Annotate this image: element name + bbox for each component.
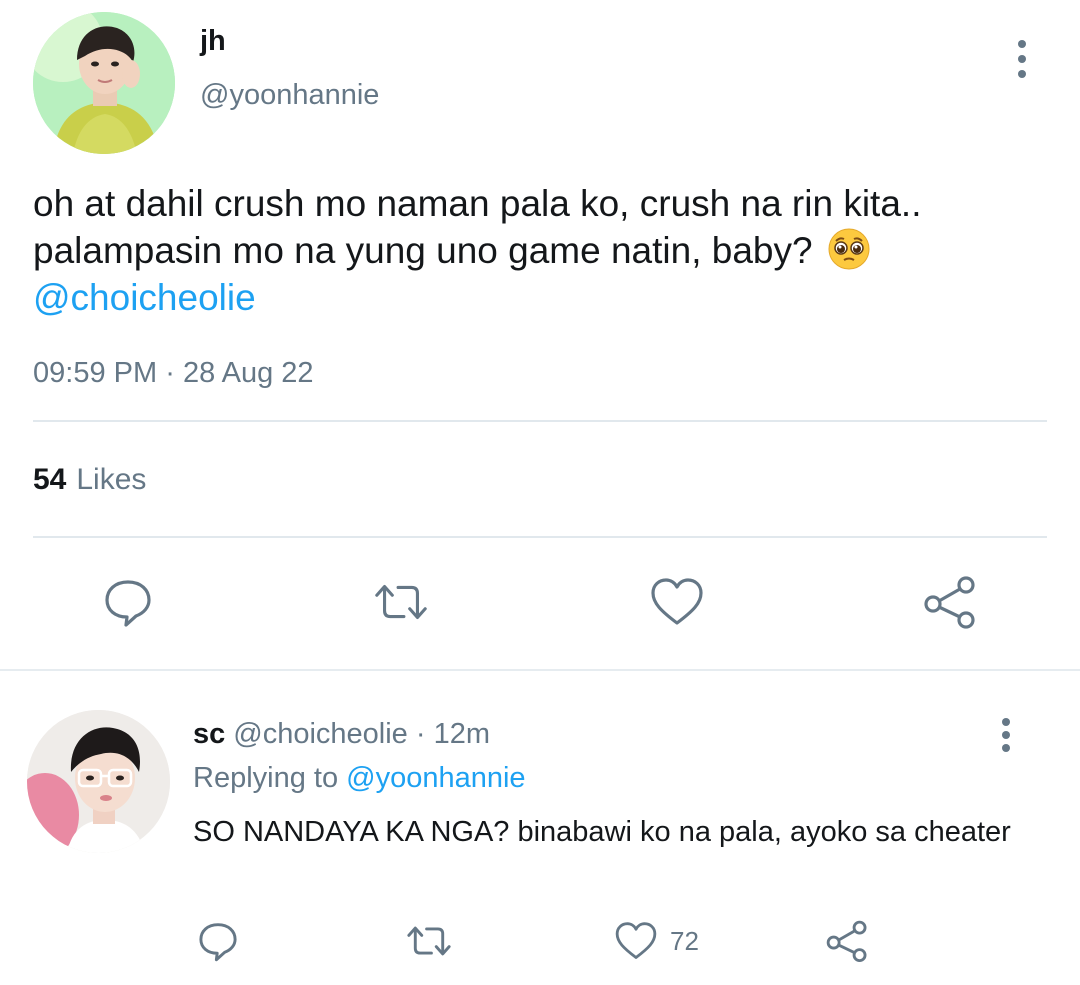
pleading-face-icon (827, 227, 871, 271)
tweet-text: oh at dahil crush mo naman pala ko, crus… (33, 180, 1043, 321)
reply-handle[interactable]: @choicheolie (233, 718, 408, 750)
main-tweet: jh @yoonhannie oh at dahil crush mo nama… (0, 0, 1080, 670)
more-options-icon[interactable] (1006, 38, 1038, 80)
reply-reply-button[interactable] (196, 918, 240, 964)
dot (1018, 55, 1026, 63)
likes-label: Likes (76, 463, 147, 496)
reply-age: 12m (433, 718, 491, 750)
mention-link[interactable]: @choicheolie (33, 274, 1043, 321)
reply-icon (199, 923, 237, 962)
share-button[interactable] (920, 572, 980, 632)
dot (1002, 744, 1010, 752)
dot (1018, 70, 1026, 78)
heart-icon (651, 578, 703, 625)
heart-icon (615, 922, 657, 959)
likes-stat[interactable]: 54 Likes (33, 463, 146, 497)
reply-like-button[interactable]: 72 (614, 918, 699, 964)
retweet-icon (375, 584, 427, 620)
like-button[interactable] (647, 572, 707, 632)
tweet-time: 09:59 PM (33, 357, 158, 389)
replying-to: Replying to @yoonhannie (193, 762, 526, 795)
likes-count: 54 (33, 463, 67, 496)
tweet-text-line-1: oh at dahil crush mo naman pala ko, crus… (33, 183, 922, 224)
tweet-date: 28 Aug 22 (182, 357, 314, 389)
tweet-text-line-2-text: palampasin mo na yung uno game natin, ba… (33, 230, 813, 271)
retweet-icon (407, 926, 451, 956)
dot (1018, 40, 1026, 48)
reply-more-options-icon[interactable] (994, 716, 1018, 754)
separator: · (165, 357, 175, 389)
user-handle[interactable]: @yoonhannie (200, 79, 379, 112)
dot (1002, 731, 1010, 739)
reply-avatar[interactable] (27, 710, 170, 853)
tweet-detail-page: jh @yoonhannie oh at dahil crush mo nama… (0, 0, 1080, 985)
retweet-button[interactable] (371, 572, 431, 632)
reply-share-button[interactable] (824, 918, 870, 964)
tweet-text-line-2: palampasin mo na yung uno game natin, ba… (33, 227, 1043, 274)
share-icon (924, 576, 975, 629)
replying-to-mention[interactable]: @yoonhannie (346, 762, 525, 794)
reply-retweet-button[interactable] (404, 918, 454, 964)
dot (1002, 718, 1010, 726)
display-name[interactable]: jh (200, 25, 226, 58)
separator: · (415, 718, 426, 750)
reply-text: SO NANDAYA KA NGA? binabawi ko na pala, … (193, 816, 1011, 848)
section-divider (0, 669, 1080, 671)
reply-like-count: 72 (670, 925, 699, 956)
share-icon (826, 920, 867, 963)
reply-button[interactable] (98, 572, 158, 632)
reply-icon (105, 580, 151, 627)
avatar[interactable] (33, 12, 175, 154)
divider (33, 536, 1047, 538)
reply-display-name[interactable]: sc (193, 718, 225, 750)
replying-prefix: Replying to (193, 762, 339, 794)
divider (33, 420, 1047, 422)
reply-header: sc @choicheolie · 12m (193, 718, 490, 751)
tweet-timestamp[interactable]: 09:59 PM · 28 Aug 22 (33, 357, 314, 390)
